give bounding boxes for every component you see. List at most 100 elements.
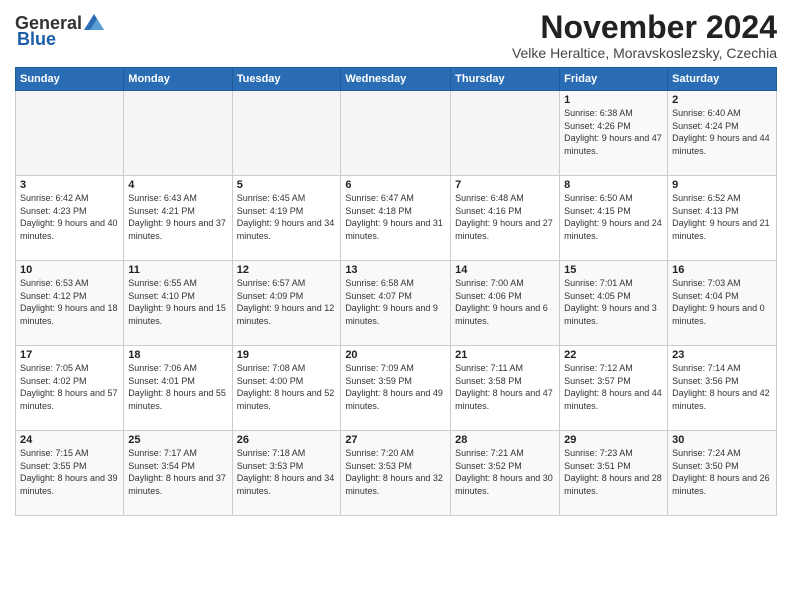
day-number: 22: [564, 349, 663, 361]
calendar-cell: 21Sunrise: 7:11 AM Sunset: 3:58 PM Dayli…: [451, 346, 560, 431]
weekday-header-wednesday: Wednesday: [341, 68, 451, 91]
calendar-cell: 4Sunrise: 6:43 AM Sunset: 4:21 PM Daylig…: [124, 176, 232, 261]
calendar-cell: 8Sunrise: 6:50 AM Sunset: 4:15 PM Daylig…: [560, 176, 668, 261]
day-number: 3: [20, 179, 119, 191]
day-info: Sunrise: 7:15 AM Sunset: 3:55 PM Dayligh…: [20, 447, 119, 497]
day-number: 20: [345, 349, 446, 361]
calendar-cell: 29Sunrise: 7:23 AM Sunset: 3:51 PM Dayli…: [560, 431, 668, 516]
day-number: 11: [128, 264, 227, 276]
day-number: 13: [345, 264, 446, 276]
calendar-header: SundayMondayTuesdayWednesdayThursdayFrid…: [16, 68, 777, 91]
calendar-cell: [124, 91, 232, 176]
weekday-header-tuesday: Tuesday: [232, 68, 341, 91]
day-info: Sunrise: 7:20 AM Sunset: 3:53 PM Dayligh…: [345, 447, 446, 497]
day-info: Sunrise: 6:53 AM Sunset: 4:12 PM Dayligh…: [20, 277, 119, 327]
day-number: 9: [672, 179, 772, 191]
calendar-cell: 26Sunrise: 7:18 AM Sunset: 3:53 PM Dayli…: [232, 431, 341, 516]
day-number: 7: [455, 179, 555, 191]
calendar-cell: 18Sunrise: 7:06 AM Sunset: 4:01 PM Dayli…: [124, 346, 232, 431]
day-number: 30: [672, 434, 772, 446]
day-info: Sunrise: 7:05 AM Sunset: 4:02 PM Dayligh…: [20, 362, 119, 412]
location: Velke Heraltice, Moravskoslezsky, Czechi…: [512, 45, 777, 61]
logo-blue: Blue: [17, 30, 56, 48]
day-info: Sunrise: 7:18 AM Sunset: 3:53 PM Dayligh…: [237, 447, 337, 497]
day-number: 6: [345, 179, 446, 191]
day-info: Sunrise: 7:23 AM Sunset: 3:51 PM Dayligh…: [564, 447, 663, 497]
day-info: Sunrise: 7:21 AM Sunset: 3:52 PM Dayligh…: [455, 447, 555, 497]
day-info: Sunrise: 6:52 AM Sunset: 4:13 PM Dayligh…: [672, 192, 772, 242]
calendar-cell: 23Sunrise: 7:14 AM Sunset: 3:56 PM Dayli…: [668, 346, 777, 431]
calendar-cell: [341, 91, 451, 176]
day-number: 15: [564, 264, 663, 276]
calendar-cell: 13Sunrise: 6:58 AM Sunset: 4:07 PM Dayli…: [341, 261, 451, 346]
page-header: General Blue November 2024 Velke Heralti…: [15, 10, 777, 61]
calendar: SundayMondayTuesdayWednesdayThursdayFrid…: [15, 67, 777, 516]
calendar-cell: 24Sunrise: 7:15 AM Sunset: 3:55 PM Dayli…: [16, 431, 124, 516]
day-info: Sunrise: 7:08 AM Sunset: 4:00 PM Dayligh…: [237, 362, 337, 412]
day-number: 10: [20, 264, 119, 276]
day-number: 16: [672, 264, 772, 276]
day-info: Sunrise: 6:38 AM Sunset: 4:26 PM Dayligh…: [564, 107, 663, 157]
day-info: Sunrise: 6:40 AM Sunset: 4:24 PM Dayligh…: [672, 107, 772, 157]
month-title: November 2024: [512, 10, 777, 45]
calendar-cell: 5Sunrise: 6:45 AM Sunset: 4:19 PM Daylig…: [232, 176, 341, 261]
calendar-cell: 25Sunrise: 7:17 AM Sunset: 3:54 PM Dayli…: [124, 431, 232, 516]
day-number: 14: [455, 264, 555, 276]
day-info: Sunrise: 7:12 AM Sunset: 3:57 PM Dayligh…: [564, 362, 663, 412]
day-number: 5: [237, 179, 337, 191]
day-number: 4: [128, 179, 227, 191]
calendar-cell: 30Sunrise: 7:24 AM Sunset: 3:50 PM Dayli…: [668, 431, 777, 516]
day-info: Sunrise: 7:06 AM Sunset: 4:01 PM Dayligh…: [128, 362, 227, 412]
calendar-cell: 16Sunrise: 7:03 AM Sunset: 4:04 PM Dayli…: [668, 261, 777, 346]
day-info: Sunrise: 7:01 AM Sunset: 4:05 PM Dayligh…: [564, 277, 663, 327]
calendar-cell: 22Sunrise: 7:12 AM Sunset: 3:57 PM Dayli…: [560, 346, 668, 431]
day-info: Sunrise: 6:48 AM Sunset: 4:16 PM Dayligh…: [455, 192, 555, 242]
day-info: Sunrise: 7:11 AM Sunset: 3:58 PM Dayligh…: [455, 362, 555, 412]
day-number: 1: [564, 94, 663, 106]
calendar-cell: 15Sunrise: 7:01 AM Sunset: 4:05 PM Dayli…: [560, 261, 668, 346]
logo-icon: [84, 14, 104, 30]
weekday-header-friday: Friday: [560, 68, 668, 91]
day-info: Sunrise: 6:45 AM Sunset: 4:19 PM Dayligh…: [237, 192, 337, 242]
day-number: 23: [672, 349, 772, 361]
day-number: 26: [237, 434, 337, 446]
title-block: November 2024 Velke Heraltice, Moravskos…: [512, 10, 777, 61]
day-number: 2: [672, 94, 772, 106]
day-info: Sunrise: 6:58 AM Sunset: 4:07 PM Dayligh…: [345, 277, 446, 327]
day-info: Sunrise: 7:00 AM Sunset: 4:06 PM Dayligh…: [455, 277, 555, 327]
calendar-cell: 14Sunrise: 7:00 AM Sunset: 4:06 PM Dayli…: [451, 261, 560, 346]
weekday-header-saturday: Saturday: [668, 68, 777, 91]
calendar-cell: 27Sunrise: 7:20 AM Sunset: 3:53 PM Dayli…: [341, 431, 451, 516]
calendar-cell: 11Sunrise: 6:55 AM Sunset: 4:10 PM Dayli…: [124, 261, 232, 346]
calendar-cell: 28Sunrise: 7:21 AM Sunset: 3:52 PM Dayli…: [451, 431, 560, 516]
calendar-cell: 9Sunrise: 6:52 AM Sunset: 4:13 PM Daylig…: [668, 176, 777, 261]
calendar-cell: 1Sunrise: 6:38 AM Sunset: 4:26 PM Daylig…: [560, 91, 668, 176]
day-info: Sunrise: 7:03 AM Sunset: 4:04 PM Dayligh…: [672, 277, 772, 327]
calendar-cell: 2Sunrise: 6:40 AM Sunset: 4:24 PM Daylig…: [668, 91, 777, 176]
calendar-cell: 10Sunrise: 6:53 AM Sunset: 4:12 PM Dayli…: [16, 261, 124, 346]
day-number: 19: [237, 349, 337, 361]
day-info: Sunrise: 6:50 AM Sunset: 4:15 PM Dayligh…: [564, 192, 663, 242]
day-number: 27: [345, 434, 446, 446]
weekday-header-monday: Monday: [124, 68, 232, 91]
day-number: 18: [128, 349, 227, 361]
day-info: Sunrise: 6:43 AM Sunset: 4:21 PM Dayligh…: [128, 192, 227, 242]
day-number: 25: [128, 434, 227, 446]
calendar-cell: [232, 91, 341, 176]
calendar-cell: 19Sunrise: 7:08 AM Sunset: 4:00 PM Dayli…: [232, 346, 341, 431]
day-number: 12: [237, 264, 337, 276]
weekday-header-sunday: Sunday: [16, 68, 124, 91]
day-info: Sunrise: 7:14 AM Sunset: 3:56 PM Dayligh…: [672, 362, 772, 412]
calendar-cell: [451, 91, 560, 176]
day-info: Sunrise: 6:57 AM Sunset: 4:09 PM Dayligh…: [237, 277, 337, 327]
day-info: Sunrise: 6:47 AM Sunset: 4:18 PM Dayligh…: [345, 192, 446, 242]
day-info: Sunrise: 7:09 AM Sunset: 3:59 PM Dayligh…: [345, 362, 446, 412]
day-info: Sunrise: 6:42 AM Sunset: 4:23 PM Dayligh…: [20, 192, 119, 242]
day-number: 17: [20, 349, 119, 361]
day-number: 21: [455, 349, 555, 361]
logo: General Blue: [15, 14, 104, 48]
calendar-cell: 20Sunrise: 7:09 AM Sunset: 3:59 PM Dayli…: [341, 346, 451, 431]
calendar-cell: 7Sunrise: 6:48 AM Sunset: 4:16 PM Daylig…: [451, 176, 560, 261]
calendar-cell: 6Sunrise: 6:47 AM Sunset: 4:18 PM Daylig…: [341, 176, 451, 261]
day-info: Sunrise: 6:55 AM Sunset: 4:10 PM Dayligh…: [128, 277, 227, 327]
